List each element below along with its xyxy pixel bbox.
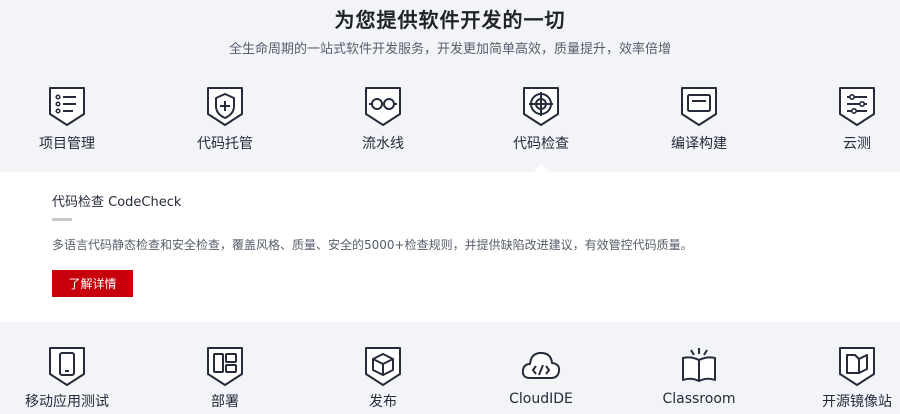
service-label: 代码检查 (513, 136, 569, 152)
service-classroom[interactable]: Classroom (644, 340, 754, 414)
service-open-source-mirror[interactable]: 开源镜像站 (802, 340, 900, 414)
service-project-management[interactable]: 项目管理 (12, 80, 122, 156)
pipeline-icon (361, 84, 405, 128)
layout-icon (203, 344, 247, 388)
sliders-icon (835, 84, 879, 128)
service-deploy[interactable]: 部署 (170, 340, 280, 414)
services-row-1: 项目管理 代码托管 流水线 代码检查 编译构建 云测 (0, 80, 900, 160)
shield-plus-icon (203, 84, 247, 128)
terminal-icon (677, 84, 721, 128)
section-title: 为您提供软件开发的一切 (334, 8, 566, 32)
book-icon (677, 344, 721, 388)
service-detail-panel: 代码检查 CodeCheck 多语言代码静态检查和安全检查，覆盖风格、质量、安全… (0, 172, 900, 322)
service-label: 云测 (843, 136, 871, 152)
detail-description: 多语言代码静态检查和安全检查，覆盖风格、质量、安全的5000+检查规则，并提供缺… (52, 238, 693, 252)
learn-more-button[interactable]: 了解详情 (52, 270, 133, 297)
section-header: 为您提供软件开发的一切 全生命周期的一站式软件开发服务，开发更加简单高效，质量提… (0, 0, 900, 70)
service-code-check[interactable]: 代码检查 (486, 80, 596, 156)
service-label: 编译构建 (671, 136, 727, 152)
service-build[interactable]: 编译构建 (644, 80, 754, 156)
services-row-2: 移动应用测试 部署 发布 CloudIDE Classroom 开源镜像站 (0, 340, 900, 414)
service-label: 代码托管 (197, 136, 253, 152)
cloud-code-icon (519, 344, 563, 388)
section-subtitle: 全生命周期的一站式软件开发服务，开发更加简单高效，质量提升，效率倍增 (228, 42, 671, 57)
list-icon (45, 84, 89, 128)
service-label: 开源镜像站 (822, 394, 892, 410)
service-mobile-app-test[interactable]: 移动应用测试 (12, 340, 122, 414)
mirror-icon (835, 344, 879, 388)
service-label: CloudIDE (509, 391, 573, 407)
target-icon (519, 84, 563, 128)
service-label: 发布 (369, 394, 397, 410)
mobile-icon (45, 344, 89, 388)
package-icon (361, 344, 405, 388)
detail-divider (52, 218, 72, 221)
service-label: 部署 (211, 394, 239, 410)
service-pipeline[interactable]: 流水线 (328, 80, 438, 156)
service-label: 项目管理 (39, 136, 95, 152)
service-label: Classroom (662, 391, 736, 407)
service-cloud-test[interactable]: 云测 (802, 80, 900, 156)
service-release[interactable]: 发布 (328, 340, 438, 414)
service-cloudide[interactable]: CloudIDE (486, 340, 596, 414)
detail-title: 代码检查 CodeCheck (52, 195, 182, 210)
service-label: 流水线 (362, 136, 404, 152)
service-code-hosting[interactable]: 代码托管 (170, 80, 280, 156)
service-label: 移动应用测试 (25, 394, 109, 410)
